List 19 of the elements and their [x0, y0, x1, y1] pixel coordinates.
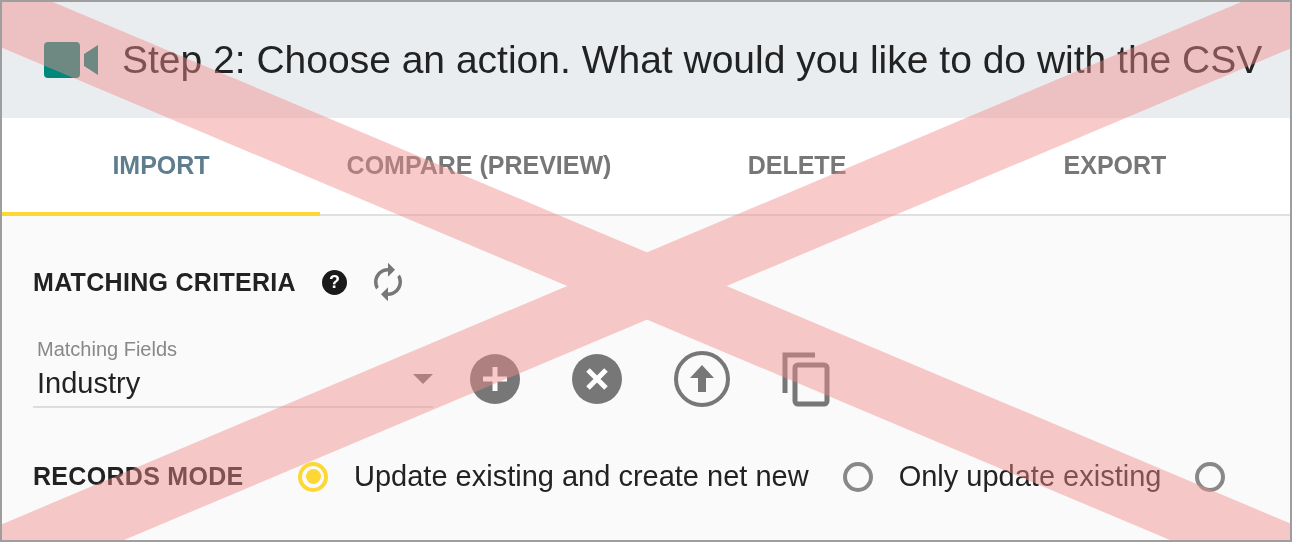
help-icon[interactable]: ?	[321, 269, 347, 295]
upload-icon[interactable]	[673, 350, 731, 408]
tab[interactable]: DELETE	[638, 118, 956, 216]
page-title: Step 2: Choose an action. What would you like to do with the CSV	[122, 38, 1263, 82]
radio-button[interactable]	[1195, 461, 1226, 492]
tab[interactable]: COMPARE (PREVIEW)	[320, 118, 638, 216]
tab[interactable]: IMPORT	[2, 118, 320, 216]
radio-button[interactable]	[842, 461, 873, 492]
section-heading: RECORDS MODE	[33, 462, 245, 491]
clear-icon[interactable]	[571, 353, 623, 405]
matching-fields-dropdown[interactable]: Matching Fields Industry	[33, 338, 433, 408]
copy-icon[interactable]	[781, 351, 831, 407]
caret-icon[interactable]	[413, 374, 433, 384]
radio-label[interactable]: Only update existing	[898, 460, 1162, 493]
radio-label[interactable]: Update existing and create net new	[354, 460, 809, 493]
section-heading: MATCHING CRITERIA	[33, 267, 296, 297]
video-camera-icon	[44, 42, 98, 78]
add-icon[interactable]	[469, 353, 521, 405]
tab[interactable]: EXPORT	[956, 118, 1274, 216]
